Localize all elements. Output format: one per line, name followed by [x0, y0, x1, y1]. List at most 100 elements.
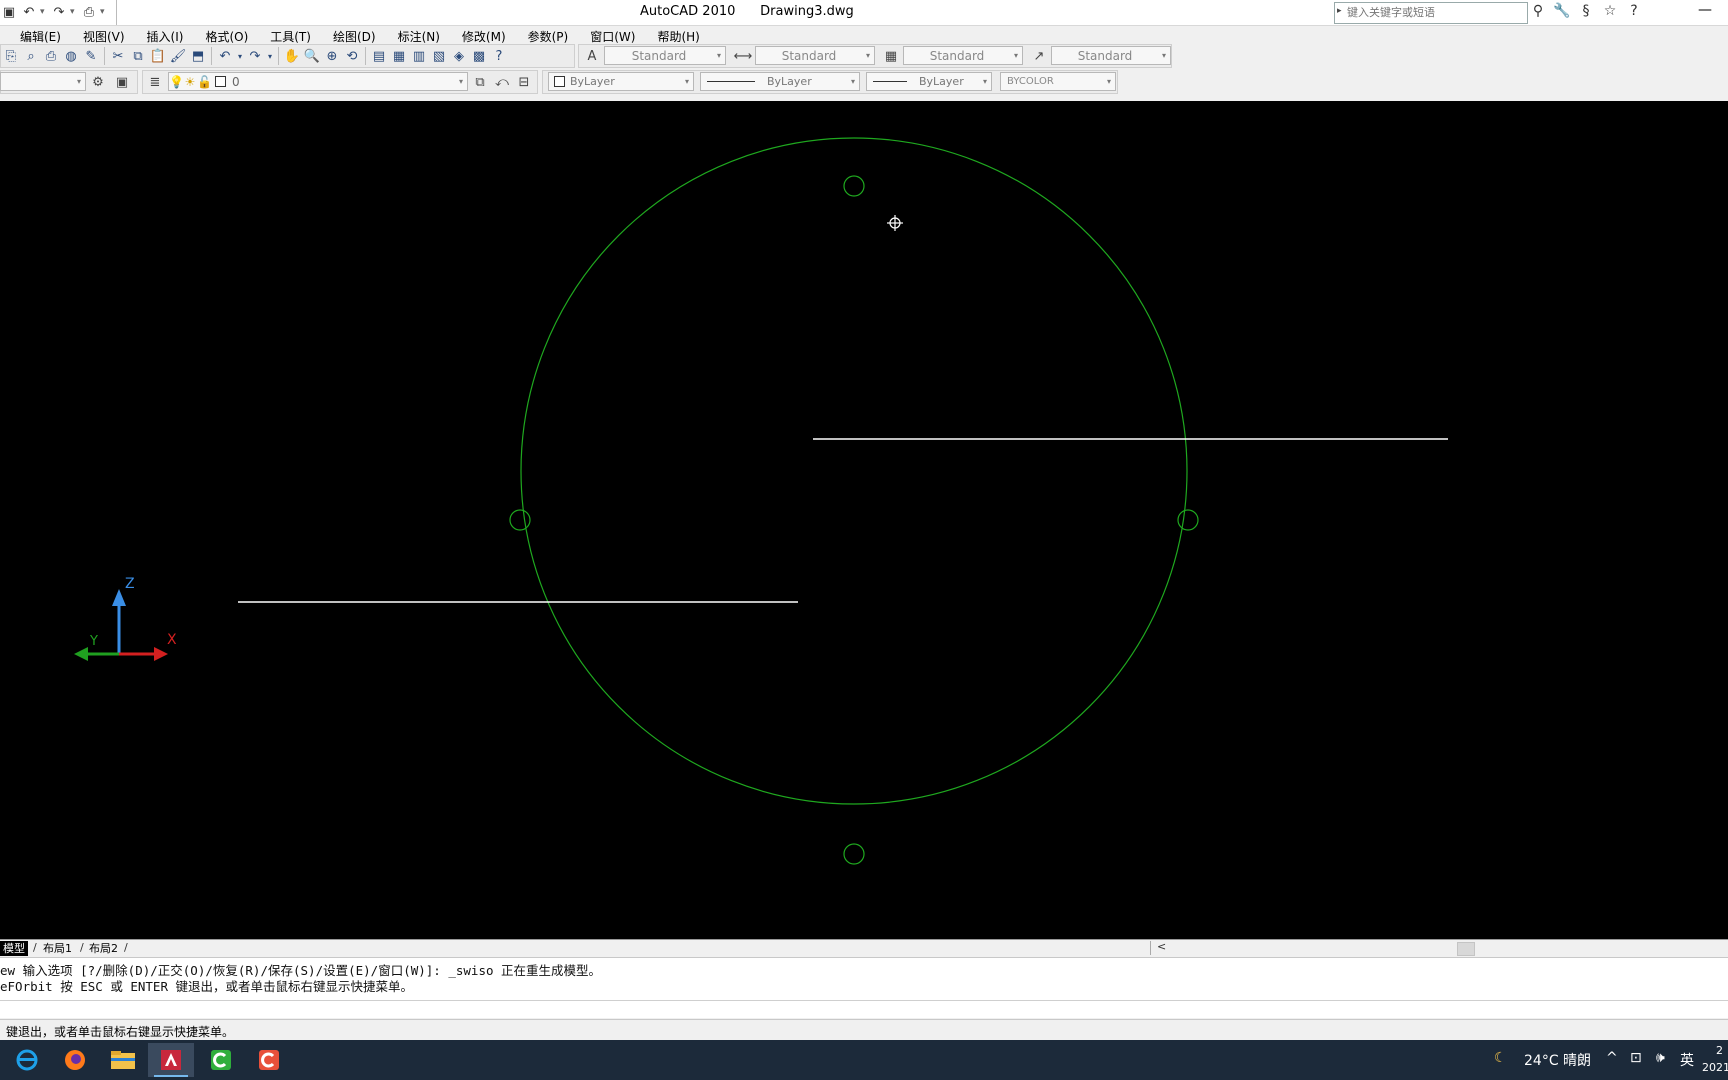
properties-icon[interactable]: ▤ [369, 46, 389, 66]
plot-toolbar-icon[interactable]: ⎙ [41, 46, 61, 66]
taskbar-camtasia-green-icon[interactable] [198, 1043, 244, 1077]
menu-draw[interactable]: 绘图(D) [323, 28, 388, 45]
grip-left[interactable] [509, 509, 531, 531]
communication-center-icon[interactable]: § [1576, 3, 1596, 21]
scroll-left-icon[interactable]: < [1157, 940, 1166, 953]
tool-palettes-icon[interactable]: ▥ [409, 46, 429, 66]
block-editor-icon[interactable]: ⬒ [188, 46, 208, 66]
multileader-style-combo[interactable]: Standard ▾ [1051, 46, 1171, 65]
layer-on-bulb-icon[interactable]: 💡 [169, 75, 184, 89]
paste-icon[interactable]: 📋 [148, 46, 168, 66]
weather-text[interactable]: 24°C 晴朗 [1524, 1050, 1591, 1070]
volume-icon[interactable]: 🕪 [1656, 1050, 1665, 1066]
minimize-button[interactable]: — [1690, 2, 1720, 22]
search-input[interactable] [1335, 3, 1527, 21]
zoom-realtime-icon[interactable]: 🔍 [302, 46, 322, 66]
redo-icon[interactable]: ↷ [50, 3, 68, 21]
help-icon[interactable]: ? [1624, 3, 1644, 21]
taskbar-ie-icon[interactable] [4, 1043, 50, 1077]
cut-icon[interactable]: ✂ [108, 46, 128, 66]
match-icon[interactable]: ✎ [81, 46, 101, 66]
layer-freeze-sun-icon[interactable]: ☀ [183, 75, 197, 89]
binoculars-search-icon[interactable]: ⚲ [1528, 3, 1548, 21]
table-style-combo[interactable]: Standard ▾ [903, 46, 1023, 65]
search-expand-icon[interactable]: ▸ [1337, 6, 1342, 16]
layer-lock-icon[interactable]: 🔓 [197, 75, 212, 89]
command-window[interactable]: ew 输入选项 [?/删除(D)/正交(O)/恢复(R)/保存(S)/设置(E)… [0, 957, 1728, 1018]
publish-icon[interactable]: ⎘ [1, 46, 21, 66]
workspace-toggle-icon[interactable]: ▣ [112, 72, 132, 92]
tray-expand-chevron-up-icon[interactable]: ^ [1606, 1050, 1618, 1066]
layer-previous-icon[interactable]: ⤺ [492, 72, 512, 92]
clock-date[interactable]: 2021 [1702, 1061, 1728, 1074]
text-style-combo[interactable]: Standard ▾ [604, 46, 726, 65]
redo-list-icon[interactable]: ▾ [265, 46, 275, 66]
save-icon[interactable]: ▣ [0, 3, 18, 21]
menu-tools[interactable]: 工具(T) [260, 28, 323, 45]
text-style-icon[interactable]: A [582, 46, 602, 66]
plot-preview-icon[interactable]: ⌕ [21, 46, 41, 66]
menu-insert[interactable]: 插入(I) [137, 28, 196, 45]
network-icon[interactable]: ⊡ [1630, 1050, 1642, 1066]
undo-icon[interactable]: ↶ [20, 3, 38, 21]
infocenter-search[interactable]: ▸ [1334, 2, 1528, 24]
help-toolbar-icon[interactable]: ? [489, 46, 509, 66]
redo-toolbar-icon[interactable]: ↷ [245, 46, 265, 66]
markup-icon[interactable]: ◈ [449, 46, 469, 66]
layer-state-icon[interactable]: ⊟ [514, 72, 534, 92]
qat-customize-icon[interactable]: ▾ [100, 7, 108, 17]
grip-bottom[interactable] [843, 843, 865, 865]
layer-combo[interactable]: 💡 ☀ 🔓 0 ▾ [168, 72, 468, 91]
match-properties-icon[interactable]: 🖌 [168, 46, 188, 66]
taskbar-autocad-icon[interactable] [148, 1043, 194, 1077]
copy-icon[interactable]: ⧉ [128, 46, 148, 66]
dim-style-combo[interactable]: Standard ▾ [755, 46, 875, 65]
horizontal-scrollbar[interactable]: < [1150, 940, 1728, 956]
undo-list-icon[interactable]: ▾ [235, 46, 245, 66]
pan-icon[interactable]: ✋ [282, 46, 302, 66]
tab-model[interactable]: 模型 [0, 941, 28, 956]
scrollbar-thumb[interactable] [1457, 942, 1475, 956]
workspace-combo[interactable]: ▾ [0, 72, 86, 91]
color-combo[interactable]: ByLayer ▾ [548, 72, 694, 91]
taskbar-firefox-icon[interactable] [52, 1043, 98, 1077]
dim-style-icon[interactable]: ⟷ [733, 46, 753, 66]
clock-time[interactable]: 2 [1716, 1044, 1723, 1057]
menu-help[interactable]: 帮助(H) [647, 28, 711, 45]
undo-toolbar-icon[interactable]: ↶ [215, 46, 235, 66]
plot-style-combo[interactable]: BYCOLOR ▾ [1000, 72, 1116, 91]
menu-format[interactable]: 格式(O) [195, 28, 260, 45]
menu-window[interactable]: 窗口(W) [580, 28, 647, 45]
multileader-style-icon[interactable]: ↗ [1029, 46, 1049, 66]
grip-right[interactable] [1177, 509, 1199, 531]
design-center-icon[interactable]: ▦ [389, 46, 409, 66]
menu-dimension[interactable]: 标注(N) [388, 28, 452, 45]
undo-dropdown-icon[interactable]: ▾ [40, 7, 48, 17]
layer-properties-manager-icon[interactable]: ≣ [145, 72, 165, 92]
make-current-layer-icon[interactable]: ⧉ [470, 72, 490, 92]
menu-edit[interactable]: 编辑(E) [0, 28, 73, 45]
quickcalc-icon[interactable]: ▩ [469, 46, 489, 66]
taskbar-camtasia-orange-icon[interactable] [246, 1043, 292, 1077]
favorites-star-icon[interactable]: ☆ [1600, 3, 1620, 21]
model-space-svg[interactable]: Z Y X [0, 101, 1728, 939]
menu-view[interactable]: 视图(V) [73, 28, 137, 45]
grip-top[interactable] [843, 175, 865, 197]
sheet-set-icon[interactable]: ▧ [429, 46, 449, 66]
workspace-settings-gear-icon[interactable]: ⚙ [88, 72, 108, 92]
command-input[interactable] [0, 1000, 1728, 1017]
subscription-icon[interactable]: 🔧 [1552, 3, 1572, 21]
table-style-icon[interactable]: ▦ [881, 46, 901, 66]
zoom-window-icon[interactable]: ⊕ [322, 46, 342, 66]
menu-modify[interactable]: 修改(M) [452, 28, 518, 45]
tab-layout1[interactable]: 布局1 [40, 941, 75, 956]
drawing-canvas[interactable]: Z Y X [0, 101, 1728, 939]
menu-parametric[interactable]: 参数(P) [518, 28, 581, 45]
weather-moon-icon[interactable]: ☾ [1494, 1050, 1507, 1066]
plot-icon[interactable]: ⎙ [80, 3, 98, 21]
lineweight-combo[interactable]: ByLayer ▾ [866, 72, 992, 91]
ime-indicator[interactable]: 英 [1680, 1050, 1694, 1070]
tab-layout2[interactable]: 布局2 [86, 941, 121, 956]
taskbar-file-explorer-icon[interactable] [100, 1043, 146, 1077]
zoom-previous-icon[interactable]: ⟲ [342, 46, 362, 66]
